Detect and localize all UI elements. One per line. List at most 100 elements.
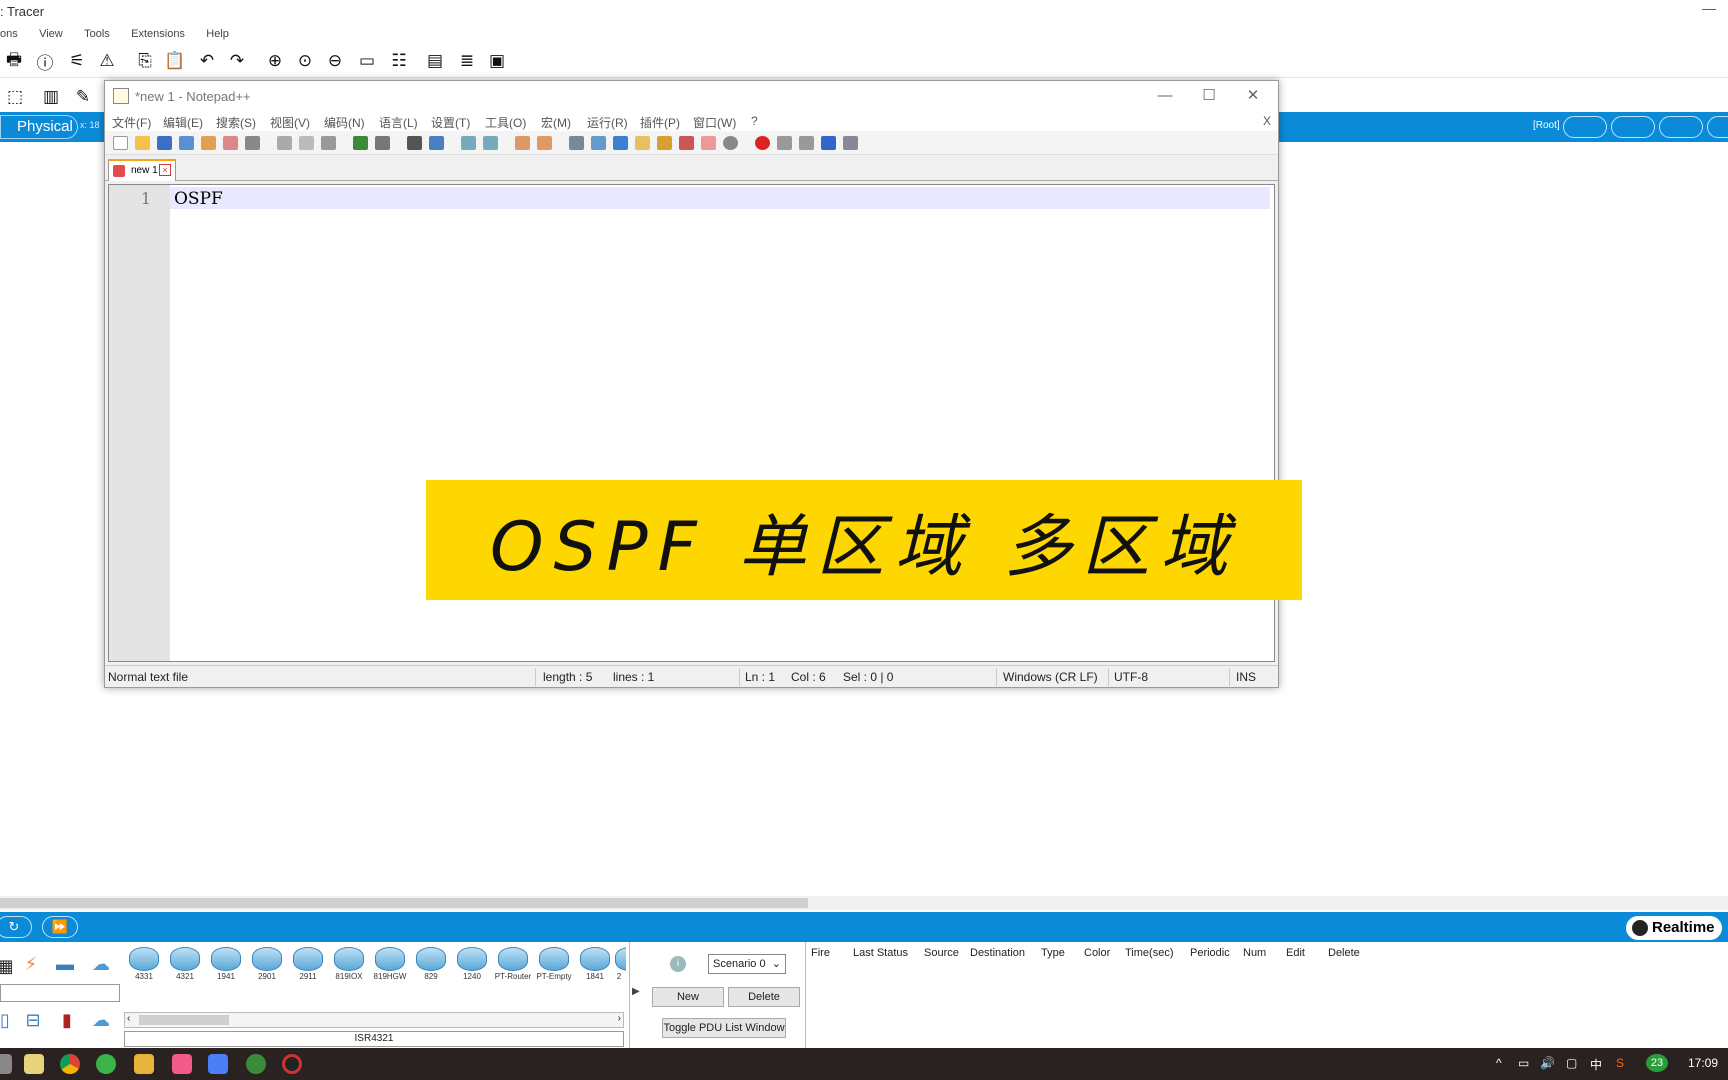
- info-icon[interactable]: ⓘ: [34, 50, 56, 73]
- packet-tracer-icon[interactable]: [246, 1054, 266, 1074]
- close-all-icon[interactable]: [223, 136, 238, 150]
- zoom-out-icon[interactable]: ⊖: [324, 50, 346, 72]
- indent-guide-icon[interactable]: [613, 136, 628, 150]
- taskbar-clock[interactable]: 17:09: [1688, 1056, 1718, 1070]
- npp-menu-language[interactable]: 语言(L): [379, 114, 418, 131]
- copy-icon[interactable]: [299, 136, 314, 150]
- device-item[interactable]: 2911: [290, 945, 326, 983]
- zoom-reset-icon[interactable]: ⊙: [294, 50, 316, 72]
- realtime-button[interactable]: Realtime: [1626, 916, 1722, 940]
- new-scenario-button[interactable]: New: [652, 987, 724, 1007]
- npp-menu-settings[interactable]: 设置(T): [431, 114, 470, 131]
- device-item[interactable]: 1841: [577, 945, 613, 983]
- paste-icon[interactable]: 📋: [164, 50, 186, 72]
- device-item[interactable]: 2: [612, 945, 626, 983]
- undo-icon[interactable]: ↶: [196, 50, 218, 72]
- pt-menu-help[interactable]: Help: [206, 24, 229, 44]
- npp-menu-help[interactable]: ?: [751, 114, 758, 128]
- device-item[interactable]: 819HGW: [372, 945, 408, 983]
- cluster-pill-button[interactable]: [1659, 116, 1703, 138]
- function-list-icon[interactable]: [679, 136, 694, 150]
- wan-cloud-icon[interactable]: ☁: [90, 1010, 112, 1032]
- show-all-chars-icon[interactable]: [591, 136, 606, 150]
- minimize-button[interactable]: —: [1143, 85, 1187, 107]
- tab-new-1[interactable]: new 1 ×: [108, 159, 176, 181]
- custom-devices-icon[interactable]: ☷: [388, 50, 410, 72]
- folder-icon[interactable]: ▬: [54, 954, 76, 976]
- maximize-button[interactable]: ☐: [1187, 85, 1231, 107]
- npp-menu-macro[interactable]: 宏(M): [541, 114, 571, 131]
- record-macro-icon[interactable]: [755, 136, 770, 150]
- editor-line-text[interactable]: OSPF: [174, 189, 223, 209]
- zoom-in-icon[interactable]: [461, 136, 476, 150]
- workspace-scrollbar[interactable]: [0, 896, 1728, 910]
- scrollbar-thumb[interactable]: [0, 898, 808, 908]
- word-wrap-icon[interactable]: [569, 136, 584, 150]
- connections-icon[interactable]: ⚡: [20, 954, 42, 976]
- info-icon[interactable]: i: [670, 956, 686, 972]
- device-item[interactable]: 4321: [167, 945, 203, 983]
- redo-icon[interactable]: [375, 136, 390, 150]
- save-icon[interactable]: [157, 136, 172, 150]
- cluster-icon[interactable]: ≣: [456, 50, 478, 72]
- pencil-icon[interactable]: ✎: [72, 86, 94, 108]
- back-pill-button[interactable]: [1563, 116, 1607, 138]
- tab-close-icon[interactable]: ×: [159, 164, 171, 176]
- feishu-icon[interactable]: [208, 1054, 228, 1074]
- file-explorer-icon[interactable]: [134, 1054, 154, 1074]
- zoom-in-icon[interactable]: ⊕: [264, 50, 286, 72]
- device-item[interactable]: 1240: [454, 945, 490, 983]
- npp-menu-view[interactable]: 视图(V): [270, 114, 310, 131]
- device-item[interactable]: 819IOX: [331, 945, 367, 983]
- save-all-icon[interactable]: [179, 136, 194, 150]
- redo-icon[interactable]: ↷: [226, 50, 248, 72]
- device-search-input[interactable]: [0, 984, 120, 1002]
- physical-button[interactable]: Physical: [0, 115, 78, 139]
- network-icon[interactable]: ▢: [1566, 1056, 1577, 1070]
- cloud-icon[interactable]: ☁: [90, 954, 112, 976]
- play-macro-icon[interactable]: [799, 136, 814, 150]
- device-scrollbar-thumb[interactable]: [139, 1015, 229, 1025]
- chevron-up-icon[interactable]: ^: [1496, 1056, 1502, 1070]
- chevron-left-icon[interactable]: ‹: [127, 1013, 130, 1024]
- undo-icon[interactable]: [353, 136, 368, 150]
- monitor-icon[interactable]: [723, 136, 738, 150]
- npp-menu-edit[interactable]: 编辑(E): [163, 114, 203, 131]
- volume-icon[interactable]: 🔊: [1540, 1056, 1555, 1070]
- toggle-pdu-list-button[interactable]: Toggle PDU List Window: [662, 1018, 786, 1038]
- zoom-out-icon[interactable]: [483, 136, 498, 150]
- save-macro-icon[interactable]: [843, 136, 858, 150]
- npp-menu-close-doc[interactable]: X: [1263, 114, 1271, 128]
- npp-menu-run[interactable]: 运行(R): [587, 114, 628, 131]
- green-app-icon[interactable]: [96, 1054, 116, 1074]
- npp-menu-window[interactable]: 窗口(W): [693, 114, 736, 131]
- mountain-pill-button[interactable]: [1707, 116, 1728, 138]
- end-device-icon[interactable]: ▯: [0, 1010, 16, 1032]
- scenario-select[interactable]: Scenario 0 ⌄: [708, 954, 786, 974]
- paste-icon[interactable]: [321, 136, 336, 150]
- replace-icon[interactable]: [429, 136, 444, 150]
- start-icon[interactable]: [0, 1054, 12, 1074]
- device-item[interactable]: 4331: [126, 945, 162, 983]
- open-file-icon[interactable]: [135, 136, 150, 150]
- doc-map-icon[interactable]: [657, 136, 672, 150]
- print-icon[interactable]: 🖶: [3, 50, 25, 72]
- device-item[interactable]: PT-Router: [495, 945, 531, 983]
- device-item[interactable]: 2901: [249, 945, 285, 983]
- sogou-icon[interactable]: S: [1616, 1056, 1624, 1070]
- print-icon[interactable]: [245, 136, 260, 150]
- cut-icon[interactable]: [277, 136, 292, 150]
- notepad-taskbar-icon[interactable]: [24, 1054, 44, 1074]
- lang-icon[interactable]: [635, 136, 650, 150]
- wireless-device-icon[interactable]: ⊟: [22, 1010, 44, 1032]
- pt-menu-options[interactable]: ons: [0, 24, 18, 44]
- network-wizard-icon[interactable]: ⚟: [66, 50, 88, 72]
- new-file-icon[interactable]: [113, 136, 128, 150]
- record-icon[interactable]: [282, 1054, 302, 1074]
- device-item[interactable]: PT-Empty: [536, 945, 572, 983]
- power-cycle-icon[interactable]: ↻: [0, 916, 32, 938]
- pt-menu-tools[interactable]: Tools: [84, 24, 110, 44]
- notification-badge[interactable]: 23: [1646, 1054, 1668, 1072]
- device-item[interactable]: 829: [413, 945, 449, 983]
- pt-menu-view[interactable]: View: [39, 24, 63, 44]
